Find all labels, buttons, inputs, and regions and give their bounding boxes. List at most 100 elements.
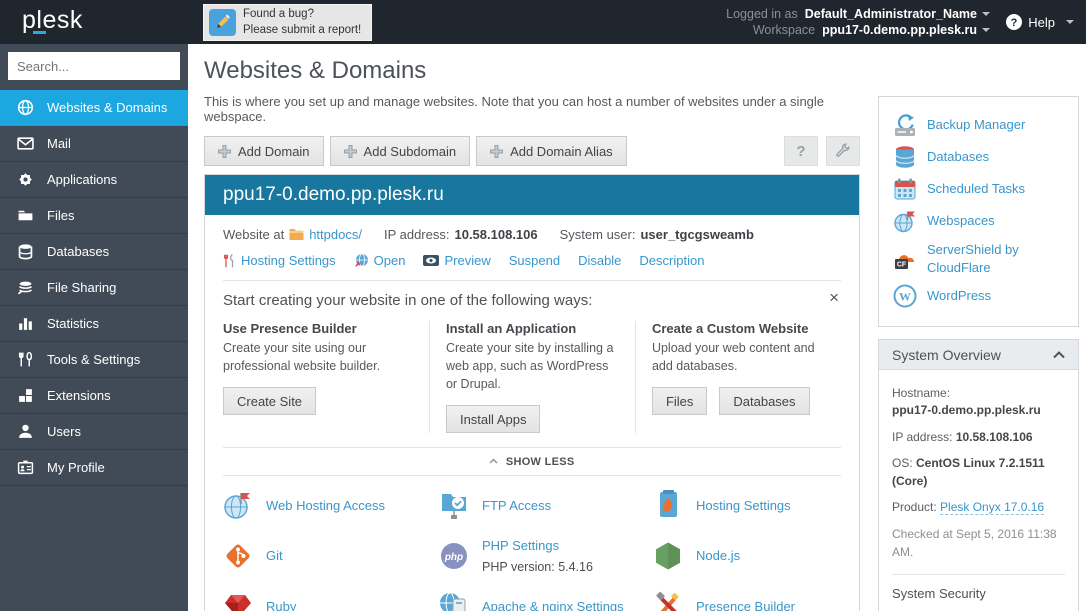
add-subdomain-button[interactable]: Add Subdomain — [330, 136, 471, 166]
bar-chart-icon — [17, 315, 34, 332]
logged-in-row[interactable]: Logged in as Default_Administrator_Name — [726, 7, 990, 21]
sidebar: Websites & Domains Mail Applications Fil… — [0, 44, 188, 611]
sidebar-item-tools-settings[interactable]: Tools & Settings — [0, 342, 188, 378]
tool-link[interactable]: Apache & nginx Settings — [482, 599, 624, 611]
sidebar-item-label: Tools & Settings — [47, 352, 140, 367]
shortcut-link[interactable]: Databases — [927, 148, 989, 166]
tool-presence-builder: Presence Builder — [653, 591, 841, 611]
workspace-value[interactable]: ppu17-0.demo.pp.plesk.ru — [822, 23, 977, 37]
close-icon[interactable]: × — [829, 289, 839, 306]
help-button[interactable]: ? — [784, 136, 818, 166]
wordpress-icon: W — [893, 284, 917, 308]
column-text: Create your site by installing a web app… — [446, 339, 619, 393]
tool-link[interactable]: Presence Builder — [696, 599, 795, 611]
install-application-column: Install an Application Create your site … — [429, 321, 635, 433]
sidebar-item-users[interactable]: Users — [0, 414, 188, 450]
databases-button[interactable]: Databases — [719, 387, 809, 415]
plus-icon — [490, 145, 503, 158]
install-apps-button[interactable]: Install Apps — [446, 405, 541, 433]
description-link[interactable]: Description — [639, 253, 704, 268]
hostname-row: Hostname: ppu17-0.demo.pp.plesk.ru — [892, 385, 1065, 420]
database-icon — [17, 243, 34, 260]
sidebar-item-label: Statistics — [47, 316, 99, 331]
search-box[interactable] — [8, 52, 180, 80]
help-menu[interactable]: ? Help — [1006, 0, 1074, 44]
sidebar-item-files[interactable]: Files — [0, 198, 188, 234]
getting-started-columns: Use Presence Builder Create your site us… — [223, 321, 841, 433]
tool-apache-nginx: Apache & nginx Settings — [439, 591, 653, 611]
os-value: CentOS Linux 7.2.1511 (Core) — [892, 456, 1045, 487]
nodejs-icon — [653, 541, 683, 571]
scheduled-tasks-icon — [893, 177, 917, 201]
tool-link[interactable]: Git — [266, 548, 283, 563]
add-domain-button[interactable]: Add Domain — [204, 136, 324, 166]
plesk-logo[interactable]: plesk — [22, 6, 83, 35]
domain-name: ppu17-0.demo.pp.plesk.ru — [223, 184, 444, 206]
svg-text:php: php — [444, 552, 463, 563]
page-description: This is where you set up and manage webs… — [204, 94, 860, 124]
tool-link[interactable]: FTP Access — [482, 498, 551, 513]
sidebar-item-file-sharing[interactable]: File Sharing — [0, 270, 188, 306]
bug-report-banner[interactable]: Found a bug? Please submit a report! — [203, 4, 372, 41]
system-overview-title: System Overview — [892, 347, 1001, 363]
system-overview-header[interactable]: System Overview — [879, 340, 1078, 370]
preview-link[interactable]: Preview — [444, 253, 490, 268]
domain-toolbar: Add Domain Add Subdomain Add Domain Alia… — [204, 136, 860, 166]
show-less-toggle[interactable]: SHOW LESS — [223, 447, 841, 476]
sidebar-item-label: Applications — [47, 172, 117, 187]
sidebar-item-label: Users — [47, 424, 81, 439]
logged-in-user[interactable]: Default_Administrator_Name — [805, 7, 977, 21]
shortcut-link[interactable]: Backup Manager — [927, 116, 1025, 134]
shortcut-link[interactable]: Scheduled Tasks — [927, 180, 1025, 198]
product-version-link[interactable]: Plesk Onyx 17.0.16 — [940, 500, 1044, 515]
add-domain-alias-button[interactable]: Add Domain Alias — [476, 136, 627, 166]
open-link[interactable]: Open — [374, 253, 406, 268]
sidebar-item-extensions[interactable]: Extensions — [0, 378, 188, 414]
files-button[interactable]: Files — [652, 387, 707, 415]
hosting-settings-link[interactable]: Hosting Settings — [241, 253, 336, 268]
sidebar-item-label: My Profile — [47, 460, 105, 475]
tool-ruby: Ruby — [223, 591, 439, 611]
bug-banner-line2: Please submit a report! — [243, 23, 361, 39]
workspace-row[interactable]: Workspace ppu17-0.demo.pp.plesk.ru — [726, 23, 990, 37]
right-column: Backup Manager Databases Scheduled Tasks… — [878, 44, 1079, 611]
tool-link[interactable]: Ruby — [266, 599, 296, 611]
hosting-settings-icon — [223, 254, 236, 268]
disable-link[interactable]: Disable — [578, 253, 621, 268]
httpdocs-link[interactable]: httpdocs/ — [309, 227, 362, 242]
pencil-icon — [209, 9, 236, 36]
shortcut-wordpress: W WordPress — [893, 284, 1064, 308]
git-icon — [223, 541, 253, 571]
help-icon: ? — [1006, 14, 1022, 30]
settings-button[interactable] — [826, 136, 860, 166]
getting-started-panel: Start creating your website in one of th… — [223, 280, 841, 433]
tool-nodejs: Node.js — [653, 537, 841, 574]
create-site-button[interactable]: Create Site — [223, 387, 316, 415]
add-domain-label: Add Domain — [238, 144, 310, 159]
shortcut-link[interactable]: WordPress — [927, 287, 991, 305]
sidebar-item-my-profile[interactable]: My Profile — [0, 450, 188, 486]
system-overview-body: Hostname: ppu17-0.demo.pp.plesk.ru IP ad… — [879, 370, 1078, 611]
tool-link[interactable]: Web Hosting Access — [266, 498, 385, 513]
sidebar-item-databases[interactable]: Databases — [0, 234, 188, 270]
folder-icon — [17, 207, 34, 224]
shortcut-link[interactable]: ServerShield by CloudFlare — [927, 241, 1064, 276]
tool-link[interactable]: PHP Settings — [482, 538, 559, 553]
system-overview-card: System Overview Hostname: ppu17-0.demo.p… — [878, 339, 1079, 611]
sidebar-item-applications[interactable]: Applications — [0, 162, 188, 198]
sidebar-item-mail[interactable]: Mail — [0, 126, 188, 162]
databases-icon — [893, 145, 917, 169]
shortcut-link[interactable]: Webspaces — [927, 212, 995, 230]
search-input[interactable] — [8, 59, 202, 74]
os-label: OS: — [892, 456, 913, 470]
sidebar-item-websites-domains[interactable]: Websites & Domains — [0, 90, 188, 126]
tool-link[interactable]: Node.js — [696, 548, 740, 563]
svg-text:CF: CF — [897, 261, 907, 268]
sidebar-item-label: Mail — [47, 136, 71, 151]
logged-in-label: Logged in as — [726, 7, 798, 21]
tool-ftp-access: FTP Access — [439, 490, 653, 520]
tool-link[interactable]: Hosting Settings — [696, 498, 791, 513]
suspend-link[interactable]: Suspend — [509, 253, 560, 268]
sidebar-item-statistics[interactable]: Statistics — [0, 306, 188, 342]
tool-php-settings: php PHP Settings PHP version: 5.4.16 — [439, 537, 653, 574]
